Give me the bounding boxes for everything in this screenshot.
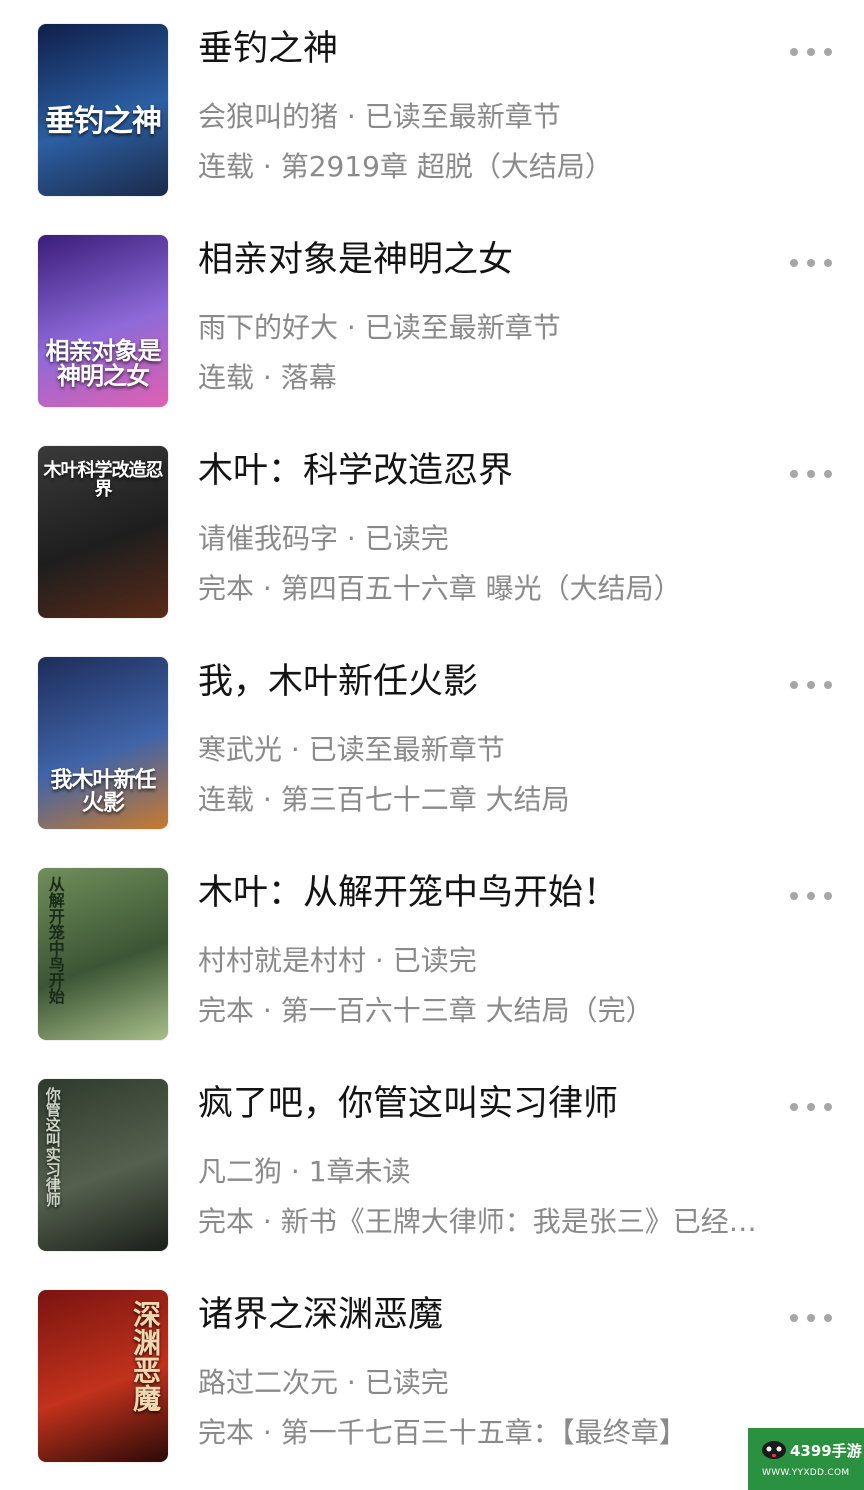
book-item[interactable]: 从解开笼中鸟开始 木叶：从解开笼中鸟开始！ 村村就是村村 · 已读完 完本 · … — [0, 844, 864, 1055]
game-controller-icon — [762, 1441, 786, 1459]
book-status: 完本 · 新书《王牌大律师：我是张三》已经… — [198, 1205, 757, 1238]
more-horizontal-icon[interactable] — [790, 46, 832, 58]
book-cover[interactable]: 相亲对象是神明之女 — [38, 235, 168, 407]
book-item[interactable]: 我木叶新任火影 我，木叶新任火影 寒武光 · 已读至最新章节 连载 · 第三百七… — [0, 633, 864, 844]
book-title[interactable]: 相亲对象是神明之女 — [198, 231, 513, 282]
book-author-progress: 路过二次元 · 已读完 — [198, 1366, 449, 1399]
book-status: 完本 · 第四百五十六章 曝光（大结局） — [198, 572, 682, 605]
book-item[interactable]: 深渊恶魔 诸界之深渊恶魔 路过二次元 · 已读完 完本 · 第一千七百三十五章：… — [0, 1266, 864, 1477]
book-title[interactable]: 诸界之深渊恶魔 — [198, 1286, 443, 1337]
cover-title: 从解开笼中鸟开始 — [45, 876, 65, 1004]
cover-title: 我木叶新任火影 — [50, 768, 156, 817]
more-horizontal-icon[interactable] — [790, 890, 832, 902]
book-author-progress: 雨下的好大 · 已读至最新章节 — [198, 311, 561, 344]
book-cover[interactable]: 垂钓之神 — [38, 24, 168, 196]
book-title[interactable]: 木叶：科学改造忍界 — [198, 442, 513, 493]
book-status: 连载 · 第三百七十二章 大结局 — [198, 783, 570, 816]
cover-title: 深渊恶魔 — [129, 1300, 162, 1412]
more-horizontal-icon[interactable] — [790, 257, 832, 269]
book-cover[interactable]: 你管这叫实习律师 — [38, 1079, 168, 1251]
book-item[interactable]: 相亲对象是神明之女 相亲对象是神明之女 雨下的好大 · 已读至最新章节 连载 ·… — [0, 211, 864, 422]
watermark-logo: 4399手游 WWW.YYXDD.COM — [748, 1428, 864, 1490]
book-status: 完本 · 第一百六十三章 大结局（完） — [198, 994, 654, 1027]
book-title[interactable]: 垂钓之神 — [198, 20, 338, 71]
book-author-progress: 请催我码字 · 已读完 — [198, 522, 449, 555]
book-status: 连载 · 第2919章 超脱（大结局） — [198, 150, 613, 183]
book-author-progress: 会狼叫的猪 · 已读至最新章节 — [198, 100, 561, 133]
book-item[interactable]: 你管这叫实习律师 疯了吧，你管这叫实习律师 凡二狗 · 1章未读 完本 · 新书… — [0, 1055, 864, 1266]
cover-title: 木叶科学改造忍界 — [43, 460, 164, 500]
more-horizontal-icon[interactable] — [790, 1101, 832, 1113]
book-item[interactable]: 垂钓之神 垂钓之神 会狼叫的猪 · 已读至最新章节 连载 · 第2919章 超脱… — [0, 0, 864, 211]
book-cover[interactable]: 木叶科学改造忍界 — [38, 446, 168, 618]
book-author-progress: 寒武光 · 已读至最新章节 — [198, 733, 505, 766]
book-status: 完本 · 第一千七百三十五章：【最终章】 — [198, 1416, 687, 1449]
cover-title: 你管这叫实习律师 — [43, 1087, 62, 1207]
cover-title: 相亲对象是神明之女 — [45, 337, 162, 391]
book-title[interactable]: 木叶：从解开笼中鸟开始！ — [198, 864, 618, 915]
book-author-progress: 凡二狗 · 1章未读 — [198, 1155, 411, 1188]
more-horizontal-icon[interactable] — [790, 468, 832, 480]
book-cover[interactable]: 我木叶新任火影 — [38, 657, 168, 829]
more-horizontal-icon[interactable] — [790, 679, 832, 691]
book-item[interactable]: 木叶科学改造忍界 木叶：科学改造忍界 请催我码字 · 已读完 完本 · 第四百五… — [0, 422, 864, 633]
book-author-progress: 村村就是村村 · 已读完 — [198, 944, 477, 977]
book-cover[interactable]: 从解开笼中鸟开始 — [38, 868, 168, 1040]
cover-title: 垂钓之神 — [45, 104, 162, 139]
book-title[interactable]: 我，木叶新任火影 — [198, 653, 478, 704]
watermark-title: 4399手游 — [790, 1442, 862, 1460]
book-cover[interactable]: 深渊恶魔 — [38, 1290, 168, 1462]
book-status: 连载 · 落幕 — [198, 361, 337, 394]
more-horizontal-icon[interactable] — [790, 1312, 832, 1324]
watermark-url: WWW.YYXDD.COM — [762, 1468, 850, 1478]
book-title[interactable]: 疯了吧，你管这叫实习律师 — [198, 1075, 618, 1126]
